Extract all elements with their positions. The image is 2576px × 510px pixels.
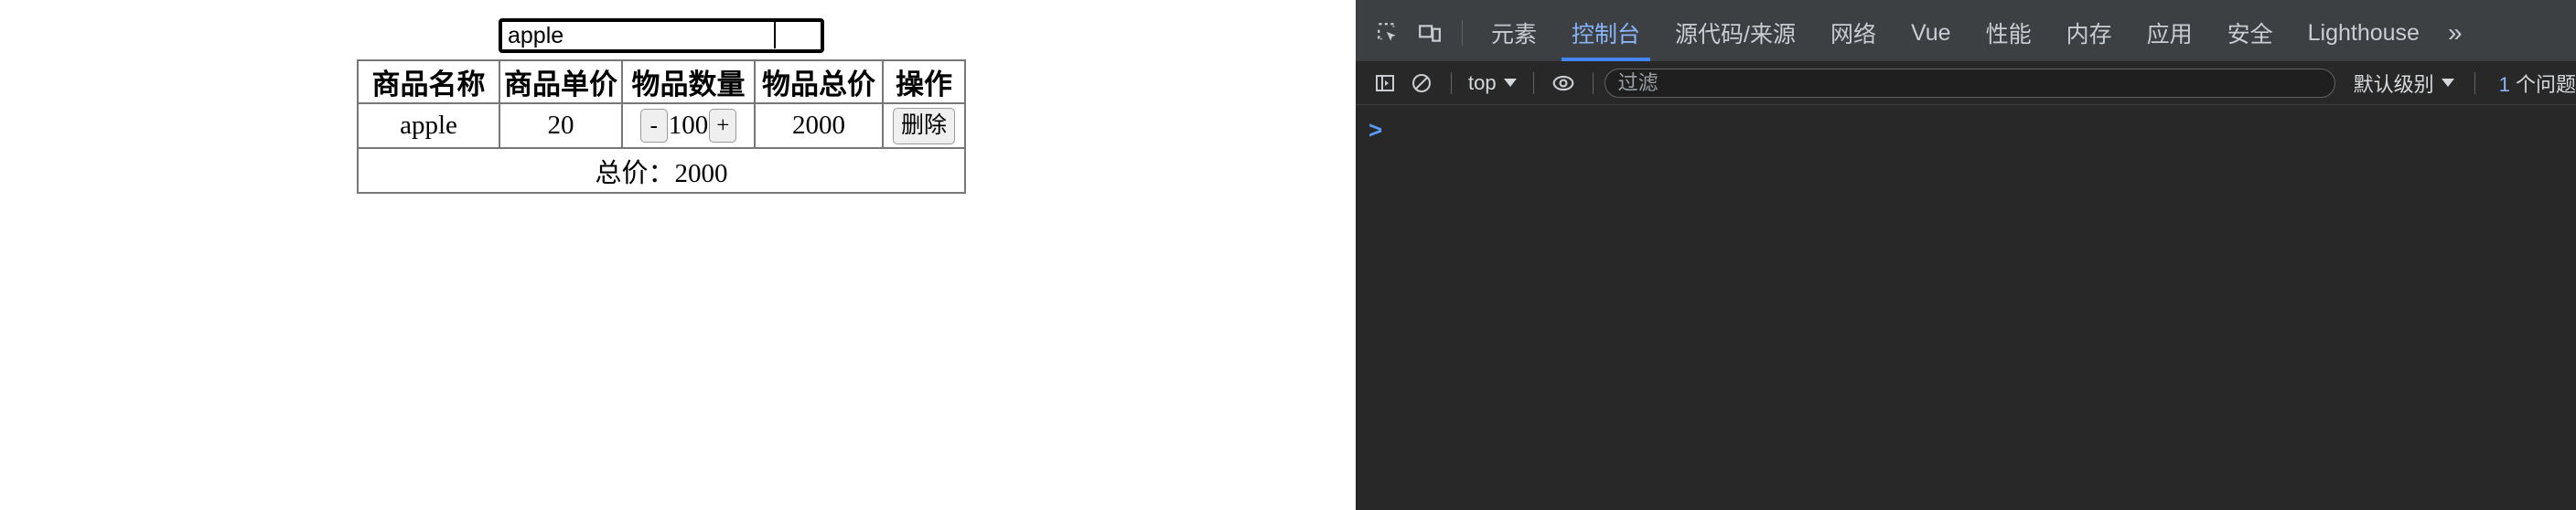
devtools-tab-bar: 元素 控制台 源代码/来源 网络 Vue 性能 内存 应用 安全 Lightho… bbox=[1356, 5, 2576, 61]
tab-security[interactable]: 安全 bbox=[2210, 5, 2291, 61]
more-tabs-chevron-icon[interactable]: » bbox=[2437, 5, 2474, 61]
console-toolbar-divider-4 bbox=[2474, 71, 2475, 94]
console-prompt-chevron-icon: > bbox=[1368, 116, 1383, 143]
console-sidebar-icon[interactable] bbox=[1367, 65, 1403, 101]
tab-network[interactable]: 网络 bbox=[1813, 5, 1894, 61]
screen: 商品名称 商品单价 物品数量 物品总价 操作 apple 20 - 100 + bbox=[0, 0, 2576, 510]
tab-memory[interactable]: 内存 bbox=[2049, 5, 2130, 61]
column-header-product-name: 商品名称 bbox=[357, 59, 500, 104]
grand-total-label: 总价：2000 bbox=[357, 147, 966, 194]
inspect-element-icon[interactable] bbox=[1367, 12, 1409, 54]
table-footer-row: 总价：2000 bbox=[357, 147, 966, 194]
cell-unit-price: 20 bbox=[499, 102, 623, 149]
issues-count: 1 bbox=[2498, 72, 2510, 96]
tab-lighthouse[interactable]: Lighthouse bbox=[2291, 5, 2437, 61]
console-output-area[interactable]: > bbox=[1356, 105, 2576, 510]
tabbar-divider bbox=[1462, 20, 1463, 46]
tab-console[interactable]: 控制台 bbox=[1554, 5, 1658, 61]
table-row: apple 20 - 100 + 2000 删除 bbox=[357, 102, 966, 149]
tab-sources[interactable]: 源代码/来源 bbox=[1658, 5, 1813, 61]
console-prompt-row[interactable]: > bbox=[1356, 105, 2576, 142]
cell-action: 删除 bbox=[882, 102, 966, 149]
text-caret bbox=[774, 22, 776, 48]
column-header-quantity: 物品数量 bbox=[621, 59, 756, 104]
table-header-row: 商品名称 商品单价 物品数量 物品总价 操作 bbox=[357, 59, 966, 104]
chevron-down-icon-level bbox=[2441, 79, 2454, 87]
console-toolbar-divider bbox=[1451, 71, 1452, 94]
execution-context-dropdown[interactable]: top bbox=[1463, 71, 1522, 95]
issues-counter[interactable]: 1 个问题 bbox=[2486, 69, 2576, 98]
chevron-down-icon bbox=[1503, 79, 1517, 87]
cell-line-total: 2000 bbox=[754, 102, 884, 149]
increment-button[interactable]: + bbox=[709, 109, 737, 143]
decrement-button[interactable]: - bbox=[639, 109, 668, 143]
delete-button[interactable]: 删除 bbox=[892, 107, 955, 144]
cell-quantity: - 100 + bbox=[621, 102, 756, 149]
live-expression-icon[interactable] bbox=[1545, 65, 1582, 101]
log-level-label: 默认级别 bbox=[2353, 72, 2434, 96]
console-toolbar-divider-3 bbox=[1592, 71, 1594, 94]
column-header-action: 操作 bbox=[882, 59, 966, 104]
web-page-viewport: 商品名称 商品单价 物品数量 物品总价 操作 apple 20 - 100 + bbox=[0, 0, 1356, 510]
console-toolbar: top 默认级别 1 个问题 bbox=[1356, 61, 2576, 105]
clear-console-icon[interactable] bbox=[1403, 65, 1440, 101]
device-toolbar-icon[interactable] bbox=[1409, 12, 1451, 54]
tab-elements[interactable]: 元素 bbox=[1474, 5, 1554, 61]
tab-performance[interactable]: 性能 bbox=[1969, 5, 2049, 61]
quantity-value: 100 bbox=[668, 111, 709, 140]
column-header-unit-price: 商品单价 bbox=[499, 59, 623, 104]
console-filter-input[interactable] bbox=[1604, 68, 2335, 98]
tab-vue[interactable]: Vue bbox=[1894, 5, 1969, 61]
quantity-stepper: - 100 + bbox=[627, 109, 750, 143]
devtools-panel: 元素 控制台 源代码/来源 网络 Vue 性能 内存 应用 安全 Lightho… bbox=[1356, 0, 2576, 510]
execution-context-label: top bbox=[1468, 70, 1497, 94]
log-level-dropdown[interactable]: 默认级别 bbox=[2345, 69, 2463, 98]
console-toolbar-divider-2 bbox=[1532, 71, 1534, 94]
column-header-line-total: 物品总价 bbox=[754, 59, 884, 104]
issues-label: 个问题 bbox=[2515, 72, 2576, 96]
tab-application[interactable]: 应用 bbox=[2130, 5, 2210, 61]
cell-product-name: apple bbox=[357, 102, 500, 149]
shopping-cart-table: 商品名称 商品单价 物品数量 物品总价 操作 apple 20 - 100 + bbox=[357, 59, 966, 194]
